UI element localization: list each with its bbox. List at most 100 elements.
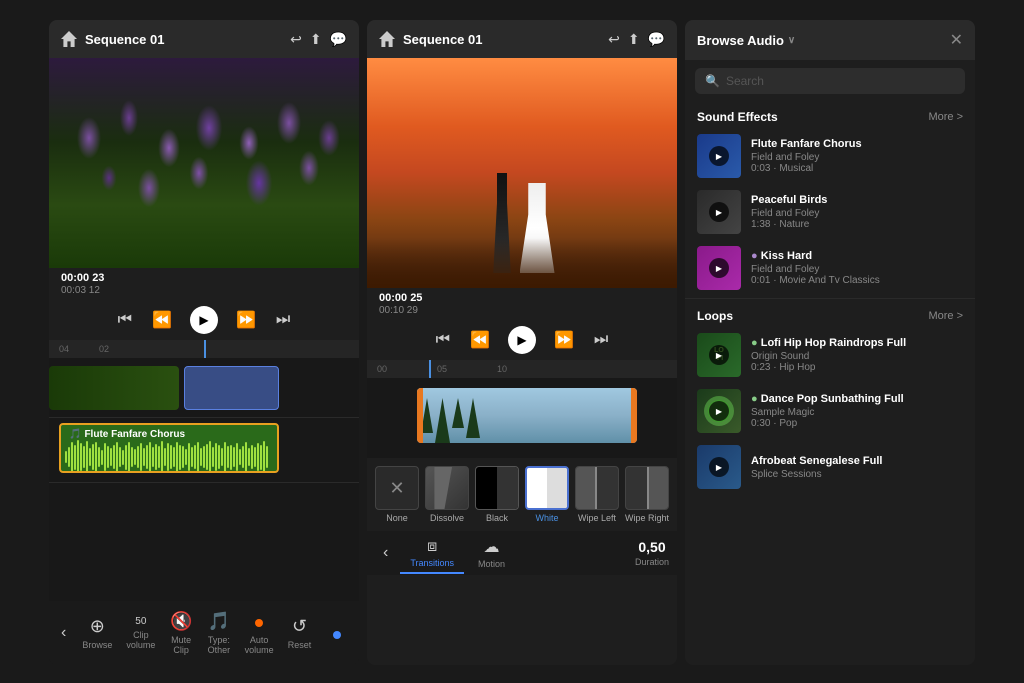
audio-item-dance[interactable]: ▶ ● Dance Pop Sunbathing Full Sample Mag… (685, 383, 975, 439)
mid-ruler-mark-2: 05 (437, 364, 447, 374)
left-playback-controls: ⏮ ⏪ ▶ ⏩ ⏭ (49, 300, 359, 340)
play-button[interactable]: ▶ (190, 306, 218, 334)
afro-play-overlay: ▶ (697, 445, 741, 489)
undo-icon[interactable]: ↩ (290, 31, 302, 48)
transition-white[interactable]: White (525, 466, 569, 523)
duration-label: Duration (635, 557, 669, 567)
step-forward-button[interactable]: ⏩ (234, 308, 258, 332)
kiss-detail: 0:01 · Movie And Tv Classics (751, 275, 963, 286)
left-timeline-area[interactable]: 🎵 Flute Fanfare Chorus (49, 358, 359, 601)
browse-label: Browse (82, 640, 112, 650)
mid-comment-icon[interactable]: 💬 (648, 31, 665, 48)
type-tool[interactable]: 🎵 Type: Other (201, 607, 237, 659)
black-label: Black (486, 513, 508, 523)
playhead-line (204, 340, 206, 358)
search-input-wrap[interactable]: 🔍 Search (695, 68, 965, 94)
winter-clip[interactable] (417, 388, 637, 443)
mid-play-button[interactable]: ▶ (508, 326, 536, 354)
afro-info: Afrobeat Senegalese Full Splice Sessions (751, 455, 963, 480)
kiss-thumb: ▶ (697, 246, 741, 290)
transition-none[interactable]: ✕ None (375, 466, 419, 523)
afro-play-circle: ▶ (709, 457, 729, 477)
reset-label: Reset (288, 640, 312, 650)
close-button[interactable]: ✕ (950, 30, 963, 50)
skip-forward-button[interactable]: ⏭ (274, 309, 292, 331)
browse-title: Browse Audio ∨ (697, 33, 795, 48)
dance-name: ● Dance Pop Sunbathing Full (751, 393, 963, 405)
mid-timeline-ruler: 00 05 10 (367, 360, 677, 378)
mid-undo-icon[interactable]: ↩ (608, 31, 620, 48)
mid-track-area[interactable] (367, 378, 677, 458)
transitions-tab-label: Transitions (410, 558, 454, 568)
skip-back-button[interactable]: ⏮ (116, 309, 134, 331)
reset-tool[interactable]: ↺ Reset (282, 612, 318, 654)
transition-wipe-left[interactable]: Wipe Left (575, 466, 619, 523)
mid-back-button[interactable]: ‹ (375, 536, 396, 570)
dissolve-thumb (425, 466, 469, 510)
ruler-mark-1: 04 (59, 344, 69, 354)
motion-tab-label: Motion (478, 559, 505, 569)
sound-effects-header: Sound Effects More > (685, 102, 975, 128)
mute-tool[interactable]: 🔇 Mute Clip (163, 607, 199, 659)
dance-info: ● Dance Pop Sunbathing Full Sample Magic… (751, 393, 963, 429)
transitions-icon: ⧈ (427, 538, 437, 556)
mid-skip-forward-button[interactable]: ⏭ (592, 329, 610, 351)
birds-play-overlay: ▶ (697, 190, 741, 234)
divider-1 (685, 298, 975, 299)
mid-home-icon[interactable] (379, 31, 395, 47)
left-timeline-ruler: 04 02 (49, 340, 359, 358)
left-back-button[interactable]: ‹ (53, 616, 74, 650)
left-bottom-toolbar: ‹ ⊕ Browse 50 Clip volume 🔇 Mute Clip 🎵 … (49, 601, 359, 665)
panel-mid: Sequence 01 ↩ ⬆ 💬 00:00 25 00:10 29 (367, 20, 677, 665)
flute-info: Flute Fanfare Chorus Field and Foley 0:0… (751, 138, 963, 174)
kiss-play-circle: ▶ (709, 258, 729, 278)
home-icon[interactable] (61, 31, 77, 47)
dance-meta: Sample Magic (751, 407, 963, 418)
transition-wipe-right[interactable]: Wipe Right (625, 466, 669, 523)
mid-panel-header: Sequence 01 ↩ ⬆ 💬 (367, 20, 677, 58)
tab-motion[interactable]: ☁ Motion (468, 531, 515, 575)
mid-ruler-mark-3: 10 (497, 364, 507, 374)
audio-clip-label: 🎵 Flute Fanfare Chorus (69, 429, 185, 440)
transition-black[interactable]: Black (475, 466, 519, 523)
left-panel-title: Sequence 01 (85, 32, 282, 47)
audio-item-birds[interactable]: ▶ Peaceful Birds Field and Foley 1:38 · … (685, 184, 975, 240)
clip-volume-tool[interactable]: 50 Clip volume (120, 612, 161, 654)
sound-effects-more[interactable]: More > (928, 111, 963, 123)
audio-clip[interactable]: 🎵 Flute Fanfare Chorus (59, 423, 279, 473)
motion-icon: ☁ (484, 537, 500, 557)
audio-item-flute[interactable]: ▶ Flute Fanfare Chorus Field and Foley 0… (685, 128, 975, 184)
flute-name: Flute Fanfare Chorus (751, 138, 963, 150)
share-icon[interactable]: ⬆ (310, 31, 322, 48)
browse-tool[interactable]: ⊕ Browse (76, 612, 118, 654)
duration-input[interactable]: 0,50 Duration (635, 539, 669, 567)
auto-volume-tool[interactable]: Auto volume (239, 607, 280, 659)
dance-detail: 0:30 · Pop (751, 418, 963, 429)
tab-transitions[interactable]: ⧈ Transitions (400, 532, 464, 574)
flute-play-overlay: ▶ (697, 134, 741, 178)
clip-volume-value: 50 (135, 616, 146, 627)
audio-item-lofi[interactable]: LO-FI ▶ ● Lofi Hip Hop Raindrops Full Or… (685, 327, 975, 383)
mid-timecode-current: 00:00 25 (379, 292, 665, 304)
mid-step-forward-button[interactable]: ⏩ (552, 328, 576, 352)
mid-skip-back-button[interactable]: ⏮ (434, 329, 452, 351)
transition-dissolve[interactable]: Dissolve (425, 466, 469, 523)
birds-detail: 1:38 · Nature (751, 219, 963, 230)
birds-name: Peaceful Birds (751, 194, 963, 206)
birds-play-circle: ▶ (709, 202, 729, 222)
step-back-button[interactable]: ⏪ (150, 308, 174, 332)
comment-icon[interactable]: 💬 (330, 31, 347, 48)
panels-container: Sequence 01 ↩ ⬆ 💬 00:00 23 00:03 12 ⏮ ⏪ … (0, 0, 1024, 683)
browse-icon: ⊕ (90, 616, 105, 637)
mid-step-back-button[interactable]: ⏪ (468, 328, 492, 352)
type-label: Type: Other (207, 635, 231, 655)
video-clip-2[interactable] (184, 366, 279, 410)
mid-share-icon[interactable]: ⬆ (628, 31, 640, 48)
loops-more[interactable]: More > (928, 310, 963, 322)
duration-value: 0,50 (638, 539, 665, 555)
more-tool[interactable] (319, 619, 355, 648)
video-clip-1[interactable] (49, 366, 179, 410)
audio-item-afro[interactable]: ▶ Afrobeat Senegalese Full Splice Sessio… (685, 439, 975, 495)
wipe-left-label: Wipe Left (578, 513, 616, 523)
audio-item-kiss[interactable]: ▶ ● Kiss Hard Field and Foley 0:01 · Mov… (685, 240, 975, 296)
